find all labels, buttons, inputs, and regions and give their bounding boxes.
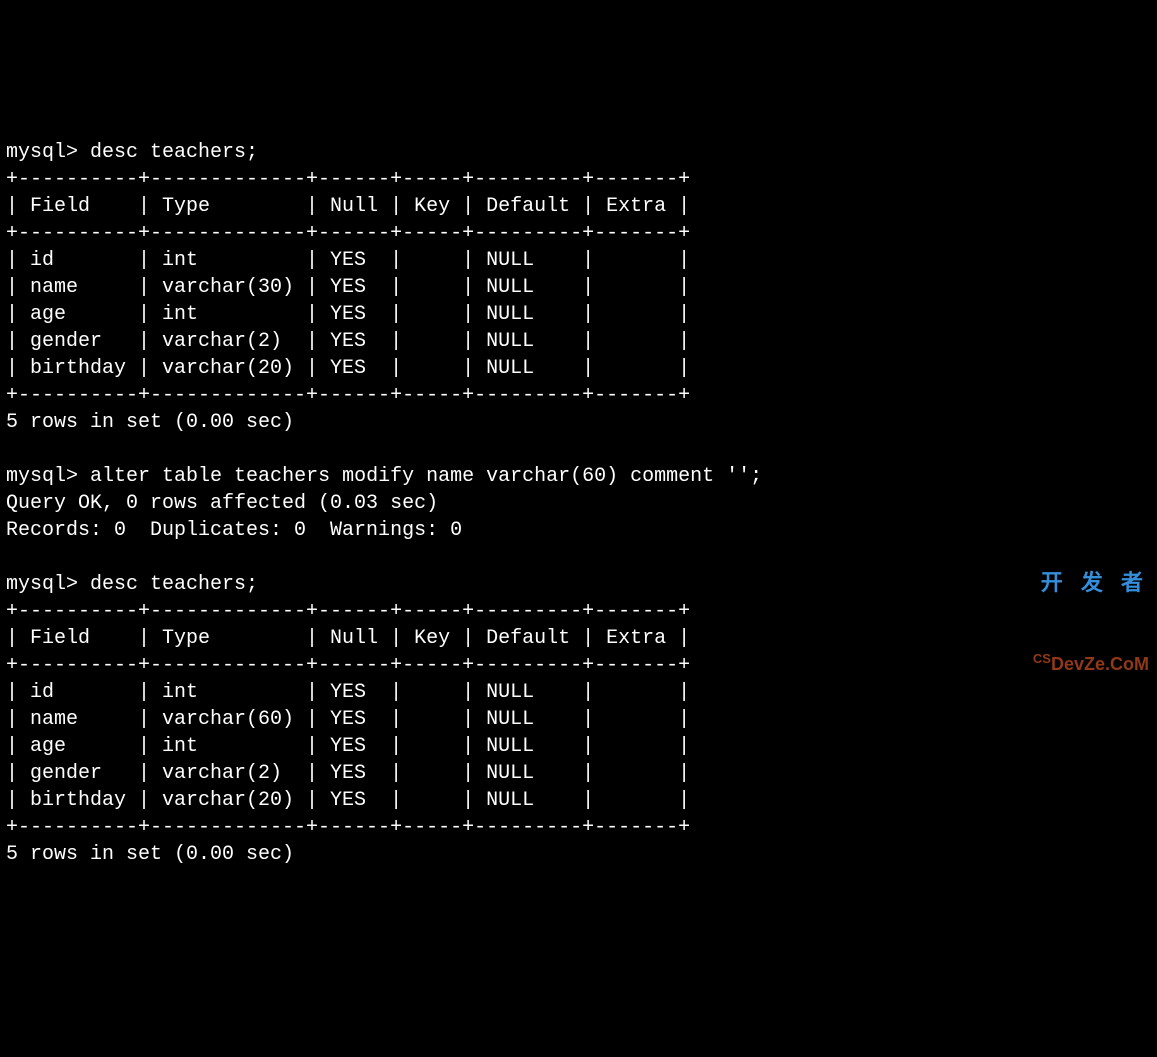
table-row: | id | int | YES | | NULL | | (6, 681, 690, 704)
table-border: +----------+-------------+------+-----+-… (6, 384, 690, 407)
table-header: | Field | Type | Null | Key | Default | … (6, 195, 690, 218)
prompt: mysql> (6, 465, 78, 488)
terminal-output: mysql> desc teachers; +----------+------… (6, 112, 1151, 868)
prompt: mysql> (6, 573, 78, 596)
table-border: +----------+-------------+------+-----+-… (6, 654, 690, 677)
query-records: Records: 0 Duplicates: 0 Warnings: 0 (6, 519, 462, 542)
cmd-line-3[interactable]: mysql> desc teachers; (6, 573, 258, 596)
table-row: | birthday | varchar(20) | YES | | NULL … (6, 789, 690, 812)
table-border: +----------+-------------+------+-----+-… (6, 600, 690, 623)
table-row: | gender | varchar(2) | YES | | NULL | | (6, 762, 690, 785)
table-row: | name | varchar(30) | YES | | NULL | | (6, 276, 690, 299)
table-border: +----------+-------------+------+-----+-… (6, 168, 690, 191)
cmd-line-1[interactable]: mysql> desc teachers; (6, 141, 258, 164)
command-3: desc teachers; (90, 573, 258, 596)
prompt: mysql> (6, 141, 78, 164)
table-row: | id | int | YES | | NULL | | (6, 249, 690, 272)
command-1: desc teachers; (90, 141, 258, 164)
table-border: +----------+-------------+------+-----+-… (6, 816, 690, 839)
table-row: | name | varchar(60) | YES | | NULL | | (6, 708, 690, 731)
cmd-line-2[interactable]: mysql> alter table teachers modify name … (6, 465, 762, 488)
table-row: | birthday | varchar(20) | YES | | NULL … (6, 357, 690, 380)
row-count: 5 rows in set (0.00 sec) (6, 843, 294, 866)
query-ok: Query OK, 0 rows affected (0.03 sec) (6, 492, 438, 515)
table-row: | age | int | YES | | NULL | | (6, 735, 690, 758)
table-row: | age | int | YES | | NULL | | (6, 303, 690, 326)
command-2: alter table teachers modify name varchar… (90, 465, 762, 488)
row-count: 5 rows in set (0.00 sec) (6, 411, 294, 434)
table-border: +----------+-------------+------+-----+-… (6, 222, 690, 245)
table-header: | Field | Type | Null | Key | Default | … (6, 627, 690, 650)
table-row: | gender | varchar(2) | YES | | NULL | | (6, 330, 690, 353)
